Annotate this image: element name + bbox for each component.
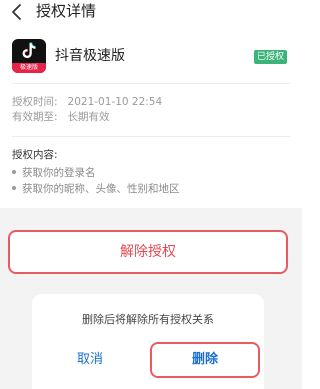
bullet-icon [12,186,16,190]
confirm-dialog: 删除后将解除所有授权关系 取消 删除 [32,294,264,389]
app-logo: 极速版 [12,39,46,73]
auth-time-label: 授权时间: [12,96,58,108]
logo-band-text: 极速版 [19,64,38,71]
bullet-icon [12,170,16,174]
permissions-title: 授权内容: [12,149,58,161]
divider [12,136,290,137]
auth-detail-screen: 授权详情 极速版 抖音极速版 已授权 授权时间: 2021-01-10 22:54… [0,0,302,389]
delete-button[interactable]: 删除 [150,342,260,378]
dialog-message: 删除后将解除所有授权关系 [82,313,214,326]
list-item: 获取你的昵称、头像、性别和地区 [12,182,180,196]
douyin-logo-icon [22,42,36,58]
auth-time-row: 授权时间: 2021-01-10 22:54 [12,95,162,109]
page-title: 授权详情 [36,2,97,20]
header-bar: 授权详情 [0,0,302,24]
app-name: 抖音极速版 [55,48,125,64]
validity-value: 长期有效 [67,111,110,123]
auth-time-value: 2021-01-10 22:54 [67,96,163,108]
list-item: 获取你的登录名 [12,166,96,180]
validity-row: 有效期至: 长期有效 [12,110,110,124]
permission-text: 获取你的登录名 [22,167,96,179]
cancel-button[interactable]: 取消 [60,350,120,370]
validity-label: 有效期至: [12,111,58,123]
permission-text: 获取你的昵称、头像、性别和地区 [22,183,180,195]
status-badge: 已授权 [254,50,288,64]
revoke-authorization-button[interactable]: 解除授权 [8,230,288,274]
divider [12,83,290,84]
chevron-left-icon[interactable] [10,3,24,21]
